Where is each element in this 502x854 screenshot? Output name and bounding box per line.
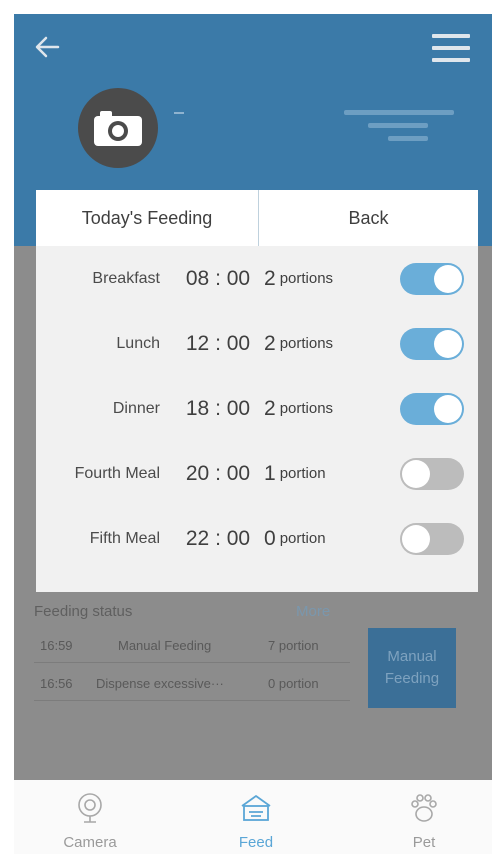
meal-toggle-fourth[interactable] — [400, 458, 464, 490]
meal-portion[interactable]: 2 portions — [264, 311, 333, 376]
status-event: Dispense excessive··· — [96, 676, 224, 691]
meal-portion[interactable]: 1 portion — [264, 441, 326, 506]
meal-name: Breakfast — [92, 269, 160, 287]
meal-row-fifth: Fifth Meal 22 : 00 0 portion — [36, 506, 478, 571]
nav-label: Pet — [412, 834, 436, 851]
portion-count: 1 — [264, 461, 276, 485]
meal-name: Dinner — [112, 399, 160, 417]
meal-toggle-lunch[interactable] — [400, 328, 464, 360]
paw-icon — [411, 794, 437, 822]
status-row: 16:56 Dispense excessive··· 0 portion — [34, 670, 350, 701]
meal-portion[interactable]: 2 portions — [264, 376, 333, 441]
name-placeholder — [174, 112, 184, 114]
nav-feed[interactable]: Feed — [196, 780, 316, 854]
todays-feeding-dialog: Today's Feeding Back Breakfast 08 : 00 2… — [36, 190, 478, 592]
portion-count: 2 — [264, 331, 276, 355]
status-event: Manual Feeding — [118, 638, 212, 653]
status-time: 16:59 — [40, 638, 73, 653]
meal-portion[interactable]: 2 portions — [264, 246, 333, 311]
meal-time[interactable]: 12 : 00 — [166, 311, 270, 376]
hamburger-icon[interactable] — [432, 34, 470, 64]
camera-icon — [94, 111, 142, 146]
status-amount: 0 portion — [268, 676, 319, 691]
more-link[interactable]: More — [296, 603, 330, 620]
manual-feeding-button[interactable]: Manual Feeding — [368, 628, 456, 708]
meal-row-fourth: Fourth Meal 20 : 00 1 portion — [36, 441, 478, 506]
feeding-status-title: Feeding status — [34, 603, 133, 620]
nav-label: Feed — [238, 834, 274, 851]
portion-unit: portions — [279, 400, 334, 417]
manual-button-line2: Feeding — [384, 670, 440, 687]
status-amount: 7 portion — [268, 638, 319, 653]
status-time: 16:56 — [40, 676, 73, 691]
dialog-tabs: Today's Feeding Back — [36, 190, 478, 246]
meal-time[interactable]: 22 : 00 — [166, 506, 270, 571]
meal-portion[interactable]: 0 portion — [264, 506, 326, 571]
meal-row-lunch: Lunch 12 : 00 2 portions — [36, 311, 478, 376]
meal-name: Lunch — [116, 334, 160, 352]
back-button[interactable]: Back — [259, 190, 478, 246]
meal-toggle-dinner[interactable] — [400, 393, 464, 425]
portion-count: 0 — [264, 526, 276, 550]
portion-unit: portion — [279, 465, 326, 482]
bottom-nav: Camera Feed Pet — [14, 780, 492, 854]
status-row: 16:59 Manual Feeding 7 portion — [34, 632, 350, 663]
meal-time[interactable]: 08 : 00 — [166, 246, 270, 311]
device-info — [344, 110, 464, 141]
manual-button-line1: Manual — [387, 648, 437, 665]
feeder-icon — [241, 795, 271, 821]
meal-time[interactable]: 20 : 00 — [166, 441, 270, 506]
meal-row-breakfast: Breakfast 08 : 00 2 portions — [36, 246, 478, 311]
portion-count: 2 — [264, 396, 276, 420]
meal-list: Breakfast 08 : 00 2 portions Lunch 12 : … — [36, 246, 478, 592]
app-screen: Feeding status More 16:59 Manual Feeding… — [0, 0, 502, 854]
meal-time[interactable]: 18 : 00 — [166, 376, 270, 441]
meal-toggle-fifth[interactable] — [400, 523, 464, 555]
avatar[interactable] — [78, 88, 158, 168]
meal-row-dinner: Dinner 18 : 00 2 portions — [36, 376, 478, 441]
portion-unit: portions — [279, 335, 334, 352]
portion-unit: portion — [279, 530, 326, 547]
nav-pet[interactable]: Pet — [364, 780, 484, 854]
portion-unit: portions — [279, 270, 334, 287]
meal-toggle-breakfast[interactable] — [400, 263, 464, 295]
meal-name: Fourth Meal — [74, 464, 160, 482]
nav-camera[interactable]: Camera — [30, 780, 150, 854]
portion-count: 2 — [264, 266, 276, 290]
arrow-left-icon[interactable] — [32, 32, 62, 62]
tab-todays-feeding[interactable]: Today's Feeding — [36, 190, 258, 246]
meal-name: Fifth Meal — [89, 529, 160, 547]
camera-lens-icon — [78, 793, 102, 823]
nav-label: Camera — [63, 834, 117, 851]
